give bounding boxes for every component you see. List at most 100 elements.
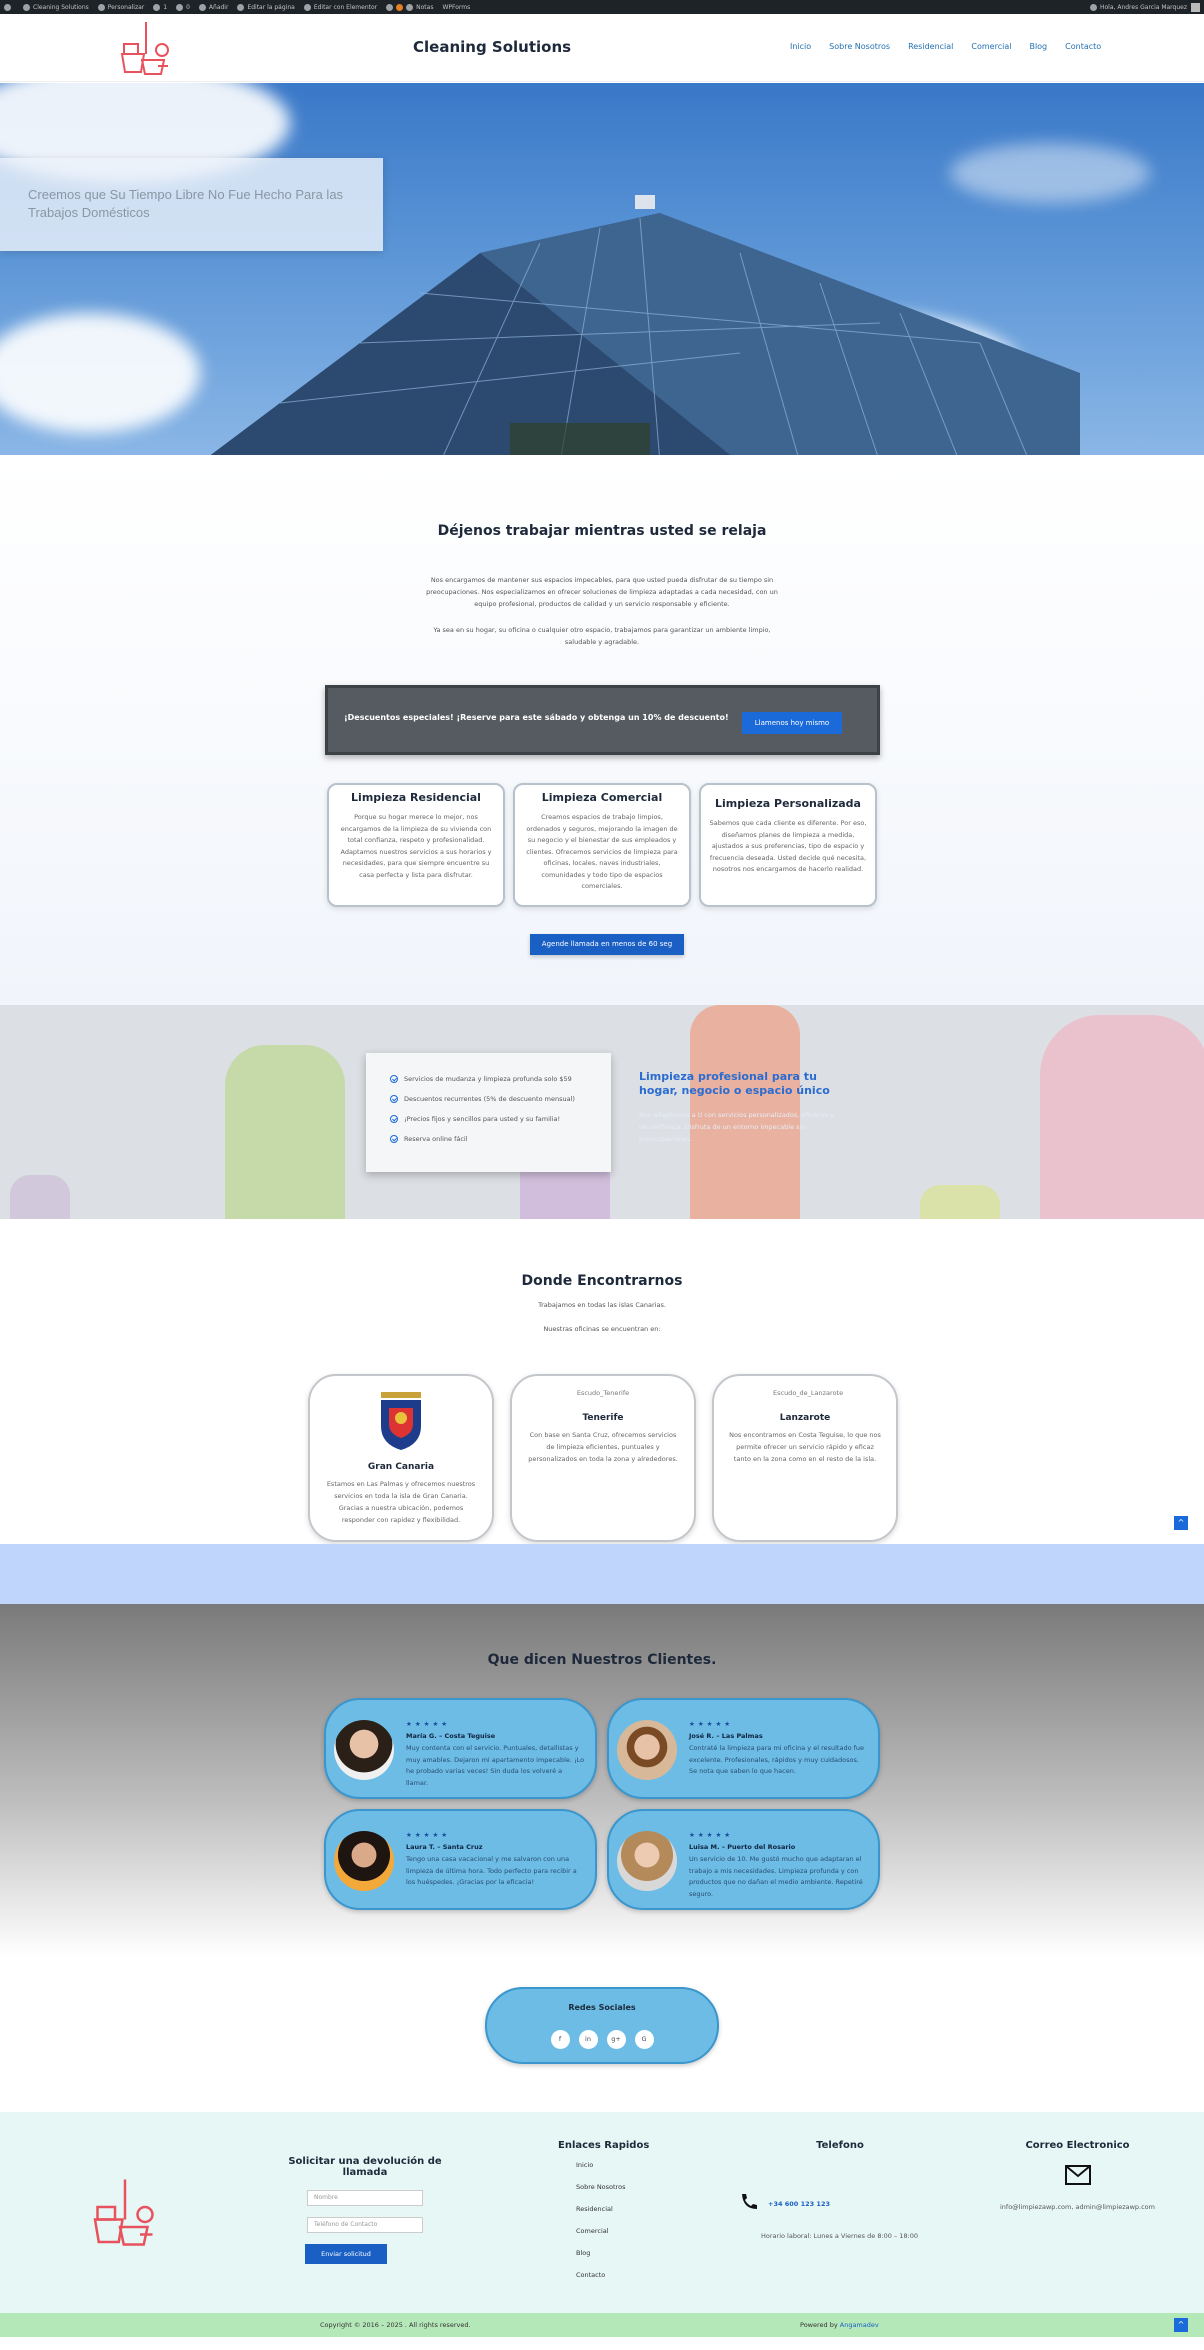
footer-link-inicio[interactable]: Inicio <box>576 2161 649 2170</box>
footer-link-comercial[interactable]: Comercial <box>576 2227 649 2236</box>
google-icon[interactable]: G <box>634 2030 654 2049</box>
wordpress-menu-icon[interactable] <box>4 3 14 11</box>
envelope-icon <box>1064 2165 1091 2185</box>
testimonial-name: José R. – Las Palmas <box>689 1732 763 1740</box>
nav-comercial[interactable]: Comercial <box>971 42 1011 51</box>
facebook-icon[interactable]: f <box>550 2030 570 2049</box>
admin-bar-account[interactable]: Hola, Andres Garcia Marquez <box>1090 2 1200 12</box>
footer-link-contacto[interactable]: Contacto <box>576 2271 649 2280</box>
location-name: Lanzarote <box>779 1413 831 1423</box>
phone-icon <box>742 2194 757 2209</box>
linkedin-icon[interactable]: in <box>578 2030 598 2049</box>
testimonial-card: ★★★★★ Luisa M. – Puerto del Rosario Un s… <box>607 1809 880 1910</box>
feature-label: Reserva online fácil <box>404 1135 468 1143</box>
nav-blog[interactable]: Blog <box>1029 42 1047 51</box>
testimonial-text: Muy contenta con el servicio. Puntuales,… <box>406 1744 585 1787</box>
service-card-residencial[interactable]: Limpieza Residencial Porque su hogar mer… <box>327 783 505 907</box>
google-plus-icon[interactable]: g+ <box>606 2030 626 2049</box>
copyright-bar: Copyright © 2016 – 2025 . All rights res… <box>0 2313 1204 2337</box>
avatar <box>617 1720 677 1780</box>
email-block: Correo Electronico info@limpiezawp.com, … <box>990 2140 1165 2211</box>
submit-request-button[interactable]: Enviar solicitud <box>305 2244 387 2264</box>
cleaning-logo-icon[interactable] <box>118 20 174 76</box>
admin-bar-elementor-label: Editar con Elementor <box>313 3 378 11</box>
service-title: Limpieza Comercial <box>541 791 663 804</box>
admin-bar-site-name[interactable]: Cleaning Solutions <box>23 3 89 11</box>
testimonial-name: Luisa M. – Puerto del Rosario <box>689 1843 796 1851</box>
service-text: Porque su hogar merece lo mejor, nos enc… <box>340 813 492 879</box>
bottle-image <box>10 1175 70 1219</box>
admin-bar-customize-label: Personalizar <box>107 3 145 11</box>
hero-headline-card: Creemos que Su Tiempo Libre No Fue Hecho… <box>0 158 383 251</box>
quick-links-title: Enlaces Rapidos <box>558 2140 650 2151</box>
pencil-icon <box>237 3 245 11</box>
admin-bar-elementor[interactable]: Editar con Elementor <box>303 3 378 11</box>
testimonial-text: Contraté la limpieza para mi oficina y e… <box>689 1744 865 1775</box>
refresh-icon <box>153 3 161 11</box>
admin-bar-customize[interactable]: Personalizar <box>97 3 145 11</box>
nav-contacto[interactable]: Contacto <box>1065 42 1101 51</box>
location-card-tenerife: Escudo_Tenerife Tenerife Con base en San… <box>510 1374 696 1542</box>
testimonial-text: Un servicio de 10. Me gustó mucho que ad… <box>689 1855 863 1898</box>
spray-bottle-image <box>225 1045 345 1219</box>
call-us-button[interactable]: Llamenos hoy mismo <box>742 712 842 734</box>
nav-sobre-nosotros[interactable]: Sobre Nosotros <box>829 42 890 51</box>
nav-inicio[interactable]: Inicio <box>790 42 811 51</box>
service-card-personalizada[interactable]: Limpieza Personalizada Sabemos que cada … <box>699 783 877 907</box>
testimonials-section: Que dicen Nuestros Clientes. ★★★★★ María… <box>0 1604 1204 1958</box>
social-icons: f in g+ G <box>487 2030 717 2049</box>
admin-bar-notes[interactable]: Notas <box>386 3 434 11</box>
check-circle-icon <box>390 1075 398 1083</box>
admin-bar-comments[interactable]: 0 <box>176 3 190 11</box>
location-text: Con base en Santa Cruz, ofrecemos servic… <box>528 1431 678 1463</box>
phone-number[interactable]: +34 600 123 123 <box>768 2200 830 2208</box>
name-field[interactable]: Nombre <box>307 2190 423 2206</box>
check-circle-icon <box>390 1135 398 1143</box>
location-card-lanzarote: Escudo_de_Lanzarote Lanzarote Nos encont… <box>712 1374 898 1542</box>
phone-block: Telefono +34 600 123 123 Horario laboral… <box>735 2140 945 2240</box>
admin-bar-notes-label: Notas <box>416 3 434 11</box>
admin-bar-updates[interactable]: 1 <box>153 3 168 11</box>
copyright-text: Copyright © 2016 – 2025 . All rights res… <box>320 2321 471 2329</box>
email-address[interactable]: info@limpiezawp.com, admin@limpiezawp.co… <box>990 2203 1165 2211</box>
business-hours: Horario laboral: Lunes a Viernes de 8:00… <box>761 2232 919 2240</box>
nav-residencial[interactable]: Residencial <box>908 42 953 51</box>
feature-item: Servicios de mudanza y limpieza profunda… <box>390 1069 611 1089</box>
site-footer: Solicitar una devolución de llamada Nomb… <box>0 2112 1204 2313</box>
home-icon <box>23 3 30 11</box>
phone-field[interactable]: Teléfono de Contacto <box>307 2217 423 2233</box>
bottle-image <box>1040 1015 1204 1219</box>
admin-bar-site-label: Cleaning Solutions <box>33 3 89 11</box>
admin-bar-wpforms[interactable]: WPForms <box>442 4 470 11</box>
testimonial-card: ★★★★★ José R. – Las Palmas Contraté la l… <box>607 1698 880 1799</box>
status-dot-icon <box>396 3 404 11</box>
scroll-to-top-button[interactable]: ^ <box>1174 2318 1188 2332</box>
admin-bar-new[interactable]: Añadir <box>198 3 228 11</box>
main-nav: Inicio Sobre Nosotros Residencial Comerc… <box>790 42 1101 51</box>
powered-by-link[interactable]: Angamadev <box>840 2321 879 2329</box>
location-name: Tenerife <box>582 1413 624 1423</box>
location-text: Nos encontramos en Costa Teguise, lo que… <box>729 1431 881 1463</box>
rating-stars-icon: ★★★★★ <box>689 1720 734 1728</box>
footer-link-blog[interactable]: Blog <box>576 2249 649 2258</box>
testimonial-card: ★★★★★ María G. – Costa Teguise Muy conte… <box>324 1698 597 1799</box>
feature-label: Servicios de mudanza y limpieza profunda… <box>404 1075 572 1083</box>
footer-link-residencial[interactable]: Residencial <box>576 2205 649 2214</box>
admin-bar-edit-page[interactable]: Editar la página <box>237 3 295 11</box>
feature-item: Reserva online fácil <box>390 1129 611 1149</box>
service-card-comercial[interactable]: Limpieza Comercial Creamos espacios de t… <box>513 783 691 907</box>
site-title[interactable]: Cleaning Solutions <box>413 38 571 56</box>
service-text: Sabemos que cada cliente es diferente. P… <box>709 819 867 873</box>
cleaning-logo-icon <box>93 2179 154 2246</box>
search-icon[interactable] <box>1090 3 1097 11</box>
hero-headline: Creemos que Su Tiempo Libre No Fue Hecho… <box>28 187 344 220</box>
social-card: Redes Sociales f in g+ G <box>485 1987 719 2064</box>
promo-text: ¡Descuentos especiales! ¡Reserve para es… <box>344 713 729 722</box>
schedule-call-button[interactable]: Agende llamada en menos de 60 seg <box>530 934 684 955</box>
phone-title: Telefono <box>816 2140 864 2151</box>
scroll-to-top-button[interactable]: ^ <box>1174 1516 1188 1530</box>
admin-bar-comments-count: 0 <box>186 3 190 11</box>
footer-link-sobre-nosotros[interactable]: Sobre Nosotros <box>576 2183 649 2192</box>
admin-bar-updates-count: 1 <box>163 3 168 11</box>
feature-item: ¡Precios fijos y sencillos para usted y … <box>390 1109 611 1129</box>
